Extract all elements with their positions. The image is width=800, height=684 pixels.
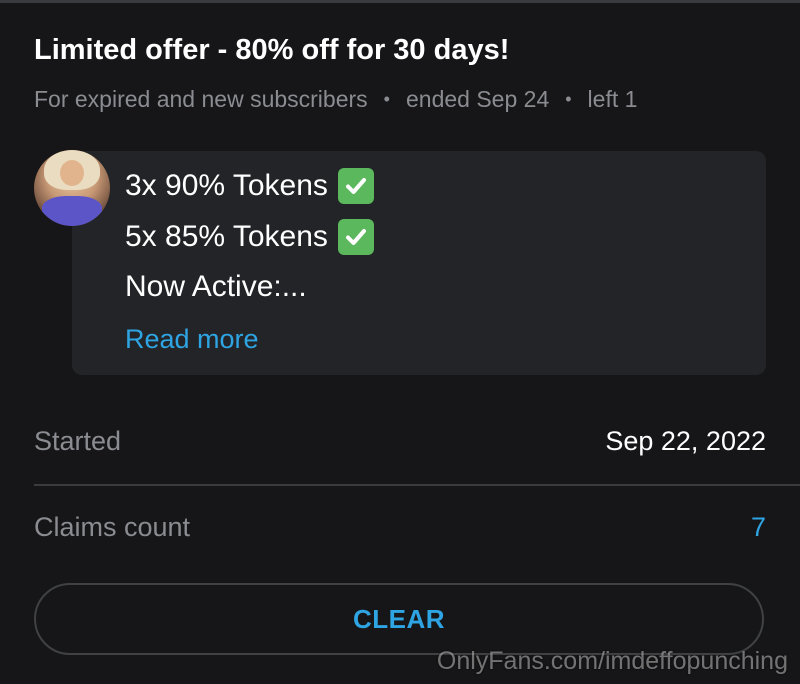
message-line-text: Now Active:... xyxy=(125,270,307,303)
read-more-link[interactable]: Read more xyxy=(125,324,259,355)
left-text: left 1 xyxy=(587,86,638,112)
message-line: 5x 85% Tokens xyxy=(125,219,374,255)
ended-text: ended Sep 24 xyxy=(405,86,550,112)
claims-count-label: Claims count xyxy=(34,512,191,542)
check-mark-icon xyxy=(337,219,374,255)
audience-text: For expired and new subscribers xyxy=(34,86,368,112)
watermark: OnlyFans.com/imdeffopunching xyxy=(436,647,788,675)
message-line-text: 3x 90% Tokens xyxy=(125,169,328,202)
separator-dot-icon: • xyxy=(565,89,572,109)
top-divider xyxy=(0,0,800,3)
check-mark-icon xyxy=(337,168,374,204)
started-value: Sep 22, 2022 xyxy=(605,426,766,456)
message-line: Now Active:... xyxy=(125,270,307,304)
promo-title: Limited offer - 80% off for 30 days! xyxy=(34,34,510,66)
avatar[interactable] xyxy=(34,150,110,226)
divider xyxy=(34,484,800,486)
claims-count-value[interactable]: 7 xyxy=(751,512,766,543)
promo-meta: For expired and new subscribers • ended … xyxy=(34,86,637,113)
message-line-text: 5x 85% Tokens xyxy=(125,220,328,253)
separator-dot-icon: • xyxy=(383,89,390,109)
started-label: Started xyxy=(34,426,122,456)
message-line: 3x 90% Tokens xyxy=(125,168,374,204)
clear-button[interactable]: CLEAR xyxy=(34,583,764,655)
